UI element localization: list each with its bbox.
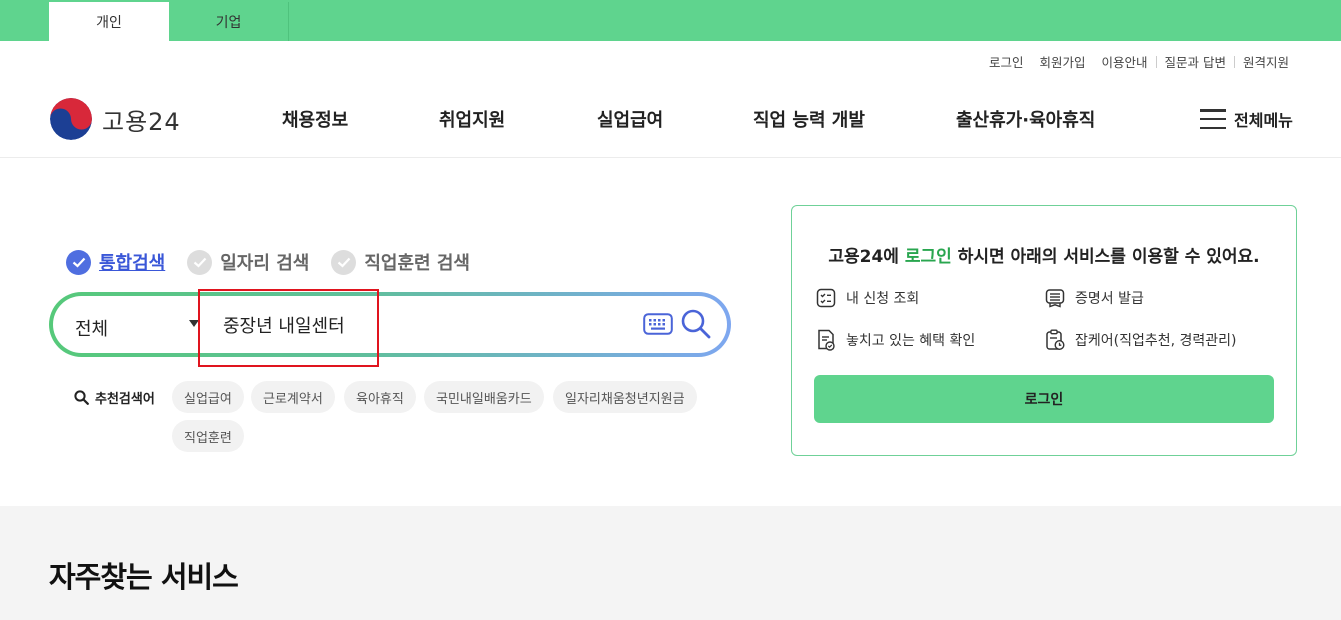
login-link[interactable]: 로그인 bbox=[981, 52, 1032, 71]
service-certificate[interactable]: 증명서 발급 bbox=[1045, 288, 1144, 308]
service-missed-benefits[interactable]: 놓치고 있는 혜택 확인 bbox=[816, 329, 975, 351]
search-type-label: 직업훈련 검색 bbox=[364, 253, 470, 274]
logo-text: 고용24 bbox=[102, 107, 181, 136]
recommended-title-text: 추천검색어 bbox=[95, 392, 155, 407]
highlight-box bbox=[198, 289, 379, 367]
service-label: 놓치고 있는 혜택 확인 bbox=[846, 333, 976, 349]
keyword-chip[interactable]: 실업급여 bbox=[172, 381, 244, 413]
nav-unemployment-benefit[interactable]: 실업급여 bbox=[597, 106, 663, 132]
tab-business[interactable]: 기업 bbox=[169, 2, 289, 41]
keyword-chip[interactable]: 일자리채움청년지원금 bbox=[553, 381, 697, 413]
nav-employment-support[interactable]: 취업지원 bbox=[439, 106, 505, 132]
section-title: 자주찾는 서비스 bbox=[49, 560, 239, 594]
search-type-training[interactable]: 직업훈련 검색 bbox=[331, 249, 470, 275]
search-type-label: 통합검색 bbox=[99, 253, 166, 274]
search-type-jobs[interactable]: 일자리 검색 bbox=[187, 249, 309, 275]
search-icon bbox=[74, 390, 89, 405]
checklist-icon bbox=[816, 288, 836, 308]
search-type-integrated[interactable]: 통합검색 bbox=[66, 249, 165, 275]
check-icon bbox=[187, 249, 213, 275]
login-card: 고용24에 로그인 하시면 아래의 서비스를 이용할 수 있어요. 내 신청 조… bbox=[791, 205, 1297, 456]
service-label: 잡케어(직업추천, 경력관리) bbox=[1075, 333, 1237, 349]
all-menu-button[interactable]: 전체메뉴 bbox=[1200, 107, 1293, 131]
login-card-message: 고용24에 로그인 하시면 아래의 서비스를 이용할 수 있어요. bbox=[828, 247, 1260, 267]
keyword-chip[interactable]: 육아휴직 bbox=[344, 381, 416, 413]
service-my-applications[interactable]: 내 신청 조회 bbox=[816, 288, 919, 308]
signup-link[interactable]: 회원가입 bbox=[1031, 52, 1093, 71]
taegeuk-logo-icon bbox=[50, 98, 92, 140]
top-tab-bar: 개인 기업 bbox=[0, 0, 1341, 41]
qna-link[interactable]: 질문과 답변 bbox=[1157, 52, 1234, 71]
service-jobcare[interactable]: 잡케어(직업추천, 경력관리) bbox=[1045, 329, 1237, 351]
search-icon[interactable] bbox=[680, 308, 712, 344]
login-button[interactable]: 로그인 bbox=[814, 375, 1274, 423]
check-icon bbox=[331, 249, 357, 275]
utility-links: 로그인 회원가입 이용안내 질문과 답변 원격지원 bbox=[981, 52, 1297, 71]
keyword-chip[interactable]: 국민내일배움카드 bbox=[424, 381, 544, 413]
search-scope-select[interactable]: 전체 bbox=[75, 315, 108, 341]
benefit-doc-icon bbox=[818, 329, 835, 351]
keyword-chip[interactable]: 근로계약서 bbox=[251, 381, 335, 413]
service-label: 내 신청 조회 bbox=[846, 291, 920, 307]
site-logo[interactable]: 고용24 bbox=[50, 98, 181, 140]
search-box: 전체 bbox=[49, 292, 731, 357]
certificate-icon bbox=[1045, 289, 1065, 308]
keyword-chip[interactable]: 직업훈련 bbox=[172, 420, 244, 452]
search-type-label: 일자리 검색 bbox=[220, 253, 310, 274]
nav-vocational-training[interactable]: 직업 능력 개발 bbox=[753, 106, 865, 132]
guide-link[interactable]: 이용안내 bbox=[1093, 52, 1155, 71]
nav-job-info[interactable]: 채용정보 bbox=[282, 106, 348, 132]
header-divider bbox=[0, 157, 1341, 158]
remote-support-link[interactable]: 원격지원 bbox=[1235, 52, 1297, 71]
keyboard-icon[interactable] bbox=[643, 313, 673, 339]
hamburger-icon bbox=[1200, 109, 1226, 129]
check-icon bbox=[66, 249, 91, 275]
frequent-services-section: 자주찾는 서비스 bbox=[0, 506, 1341, 620]
tab-personal[interactable]: 개인 bbox=[49, 2, 169, 41]
service-label: 증명서 발급 bbox=[1075, 291, 1144, 307]
all-menu-label: 전체메뉴 bbox=[1234, 111, 1293, 130]
recommended-keywords-title: 추천검색어 bbox=[74, 388, 155, 407]
clipboard-clock-icon bbox=[1046, 329, 1065, 351]
nav-parental-leave[interactable]: 출산휴가·육아휴직 bbox=[956, 106, 1095, 132]
search-type-group: 통합검색 일자리 검색 직업훈련 검색 bbox=[66, 249, 492, 275]
